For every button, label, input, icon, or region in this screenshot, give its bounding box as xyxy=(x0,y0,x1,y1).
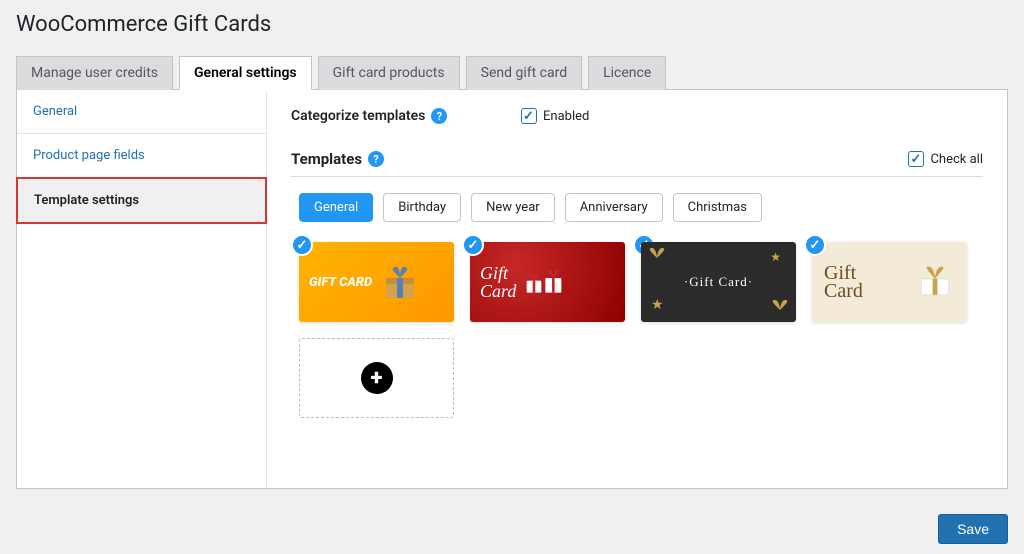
checkmark-icon: ✓ xyxy=(462,234,484,256)
pill-general[interactable]: General xyxy=(299,193,373,222)
plus-icon: + xyxy=(361,362,393,394)
tab-gift-card-products[interactable]: Gift card products xyxy=(318,56,460,90)
template-grid: ✓ GIFT CARD ✓ Gift Card xyxy=(291,242,983,418)
check-all-text: Check all xyxy=(930,152,983,167)
save-bar: Save xyxy=(938,514,1008,544)
tab-licence[interactable]: Licence xyxy=(588,56,666,90)
categorize-checkbox[interactable] xyxy=(521,108,537,124)
star-icon: ★ xyxy=(770,250,782,265)
bow-icon xyxy=(770,298,790,318)
pill-new-year[interactable]: New year xyxy=(471,193,555,222)
pill-anniversary[interactable]: Anniversary xyxy=(565,193,663,222)
check-all-checkbox[interactable] xyxy=(908,151,924,167)
star-icon: ★ xyxy=(651,297,665,314)
card-text: Gift Card xyxy=(824,264,863,300)
sidebar-item-general[interactable]: General xyxy=(17,90,266,134)
page-title: WooCommerce Gift Cards xyxy=(16,12,1008,37)
card-text: Gift Card xyxy=(480,264,516,300)
sidebar-item-template-settings[interactable]: Template settings xyxy=(16,177,267,224)
card-text: ·Gift Card· xyxy=(684,274,753,290)
categorize-row: Categorize templates ? Enabled xyxy=(291,108,983,124)
category-pills: General Birthday New year Anniversary Ch… xyxy=(291,193,983,222)
tab-manage-credits[interactable]: Manage user credits xyxy=(16,56,173,90)
content-area: Categorize templates ? Enabled Templates… xyxy=(267,90,1007,488)
sidebar-item-product-page[interactable]: Product page fields xyxy=(17,134,266,178)
gift-icon xyxy=(915,262,955,302)
pill-christmas[interactable]: Christmas xyxy=(673,193,762,222)
template-card-red[interactable]: ✓ Gift Card xyxy=(470,242,625,322)
tab-general-settings[interactable]: General settings xyxy=(179,56,312,90)
templates-title: Templates ? xyxy=(291,150,384,168)
templates-header: Templates ? Check all xyxy=(291,150,983,177)
bow-icon xyxy=(647,246,667,266)
help-icon[interactable]: ? xyxy=(368,151,384,167)
add-template-card[interactable]: + xyxy=(299,338,454,418)
checkmark-icon: ✓ xyxy=(291,234,313,256)
sidebar: General Product page fields Template set… xyxy=(17,90,267,488)
check-all[interactable]: Check all xyxy=(908,151,983,167)
checkmark-icon: ✓ xyxy=(804,234,826,256)
pill-birthday[interactable]: Birthday xyxy=(383,193,461,222)
categorize-label-text: Categorize templates xyxy=(291,108,425,124)
categorize-enabled-text: Enabled xyxy=(543,109,589,124)
tabs: Manage user credits General settings Gif… xyxy=(16,55,1008,89)
categorize-field: Enabled xyxy=(521,108,589,124)
settings-panel: General Product page fields Template set… xyxy=(16,89,1008,489)
tab-send-gift-card[interactable]: Send gift card xyxy=(466,56,582,90)
card-text: GIFT CARD xyxy=(309,275,372,290)
template-card-dark[interactable]: ✓ ★ ★ ·Gift Card· xyxy=(641,242,796,322)
help-icon[interactable]: ? xyxy=(431,108,447,124)
template-card-cream[interactable]: ✓ Gift Card xyxy=(812,242,967,322)
gift-icon xyxy=(524,262,564,302)
template-card-yellow[interactable]: ✓ GIFT CARD xyxy=(299,242,454,322)
categorize-label: Categorize templates ? xyxy=(291,108,521,124)
gift-icon xyxy=(380,262,420,302)
templates-title-text: Templates xyxy=(291,150,362,168)
save-button[interactable]: Save xyxy=(938,514,1008,544)
